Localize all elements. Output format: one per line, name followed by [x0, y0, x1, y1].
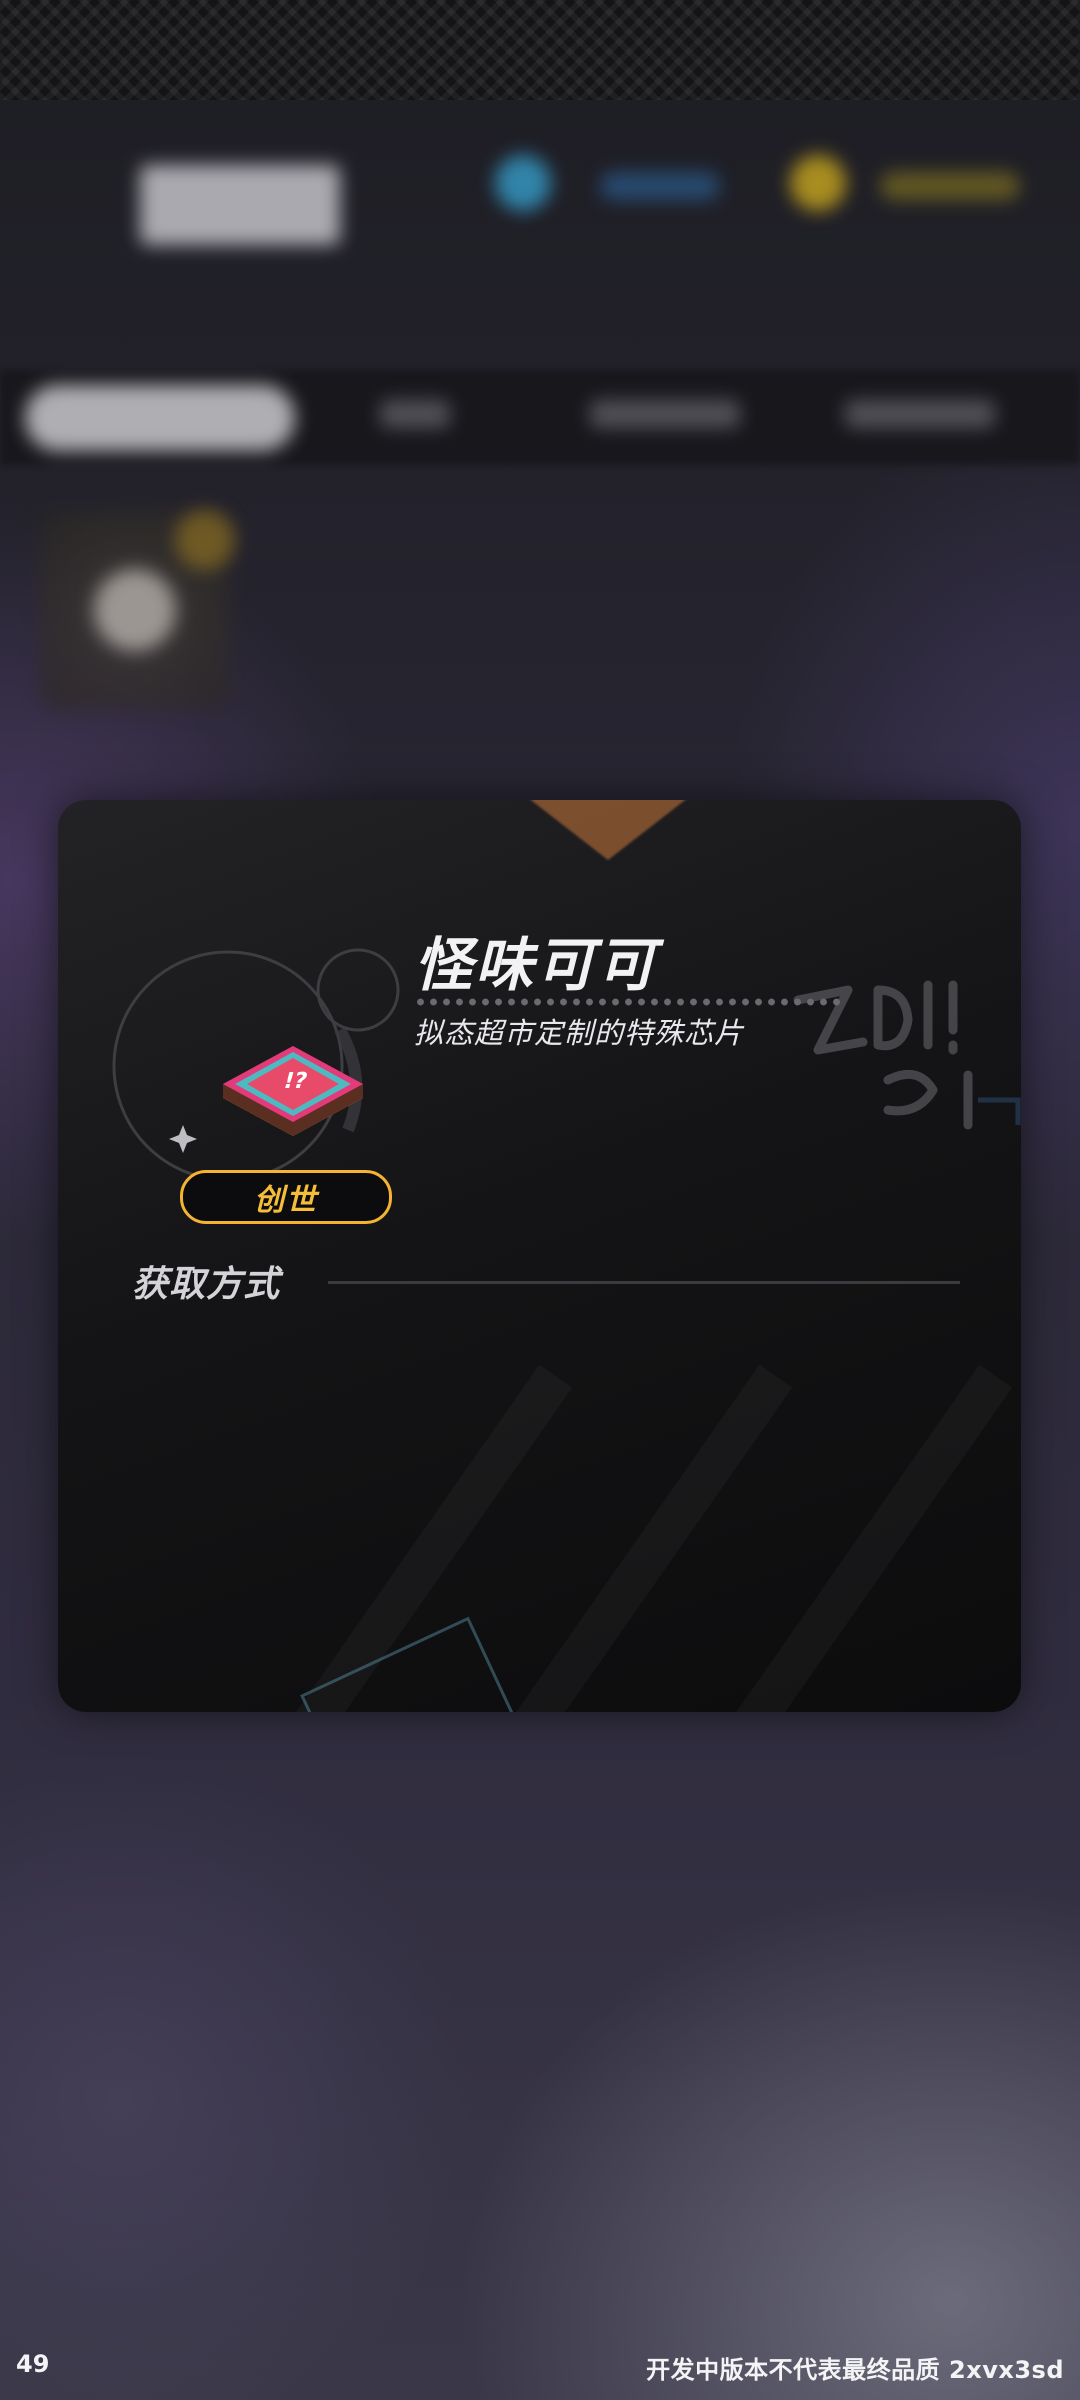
graffiti-decor — [793, 980, 1021, 1130]
cocoa-chip-icon: !? — [112, 948, 400, 1182]
title-divider — [414, 997, 844, 1007]
blurred-currency-amount-gold — [880, 172, 1020, 200]
blurred-currency-icon-gold — [790, 155, 846, 211]
blurred-tab — [845, 400, 995, 428]
rarity-badge: 创世 — [180, 1170, 392, 1224]
item-title: 怪味可可 — [414, 931, 659, 999]
top-pattern-banner — [0, 0, 1080, 100]
acquire-method-divider — [328, 1281, 960, 1284]
blurred-tab — [590, 400, 740, 428]
fps-counter: 49 — [16, 2350, 50, 2378]
item-detail-card: !? 创世 怪味可可 拟态超市定制的特殊芯片 获取方式 — [58, 800, 1021, 1712]
acquire-method-heading: 获取方式 — [132, 1264, 281, 1305]
blurred-tab — [380, 400, 450, 428]
blurred-logo — [140, 165, 340, 245]
blurred-currency-icon-blue — [495, 155, 551, 211]
blurred-tab-active — [25, 385, 295, 451]
decor-triangle — [518, 800, 698, 860]
blurred-currency-amount-blue — [600, 172, 720, 200]
build-watermark: 开发中版本不代表最终品质 2xvx3sd — [646, 2356, 1064, 2384]
item-description: 拟态超市定制的特殊芯片 — [414, 1016, 745, 1050]
blurred-item-badge — [175, 510, 235, 570]
